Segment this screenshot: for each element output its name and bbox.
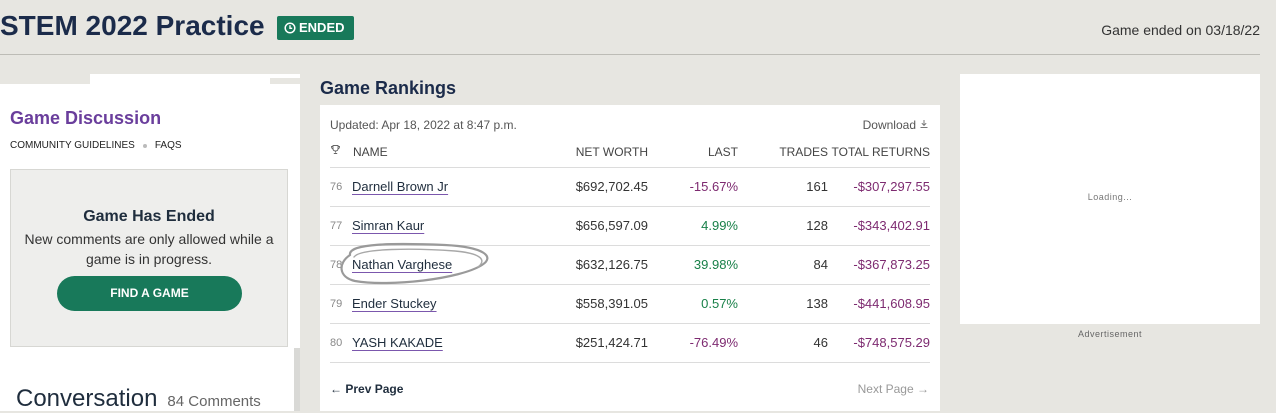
conversation-title: Conversation (16, 385, 158, 412)
player-name-link[interactable]: Ender Stuckey (352, 296, 437, 311)
trades-cell: 138 (806, 296, 828, 311)
column-header-trades[interactable]: TRADES (779, 145, 828, 159)
faqs-link[interactable]: FAQS (155, 140, 182, 151)
advertisement-slot[interactable]: Loading... (960, 74, 1260, 324)
clock-icon (284, 22, 296, 34)
table-header: NAME NET WORTH LAST TRADES TOTAL RETURNS (330, 141, 930, 168)
advertisement-label: Advertisement (1077, 329, 1143, 339)
status-badge: ENDED (277, 16, 354, 40)
player-name-link[interactable]: Simran Kaur (352, 218, 424, 233)
total-returns-cell: -$441,608.95 (853, 296, 930, 311)
arrow-right-icon: → (917, 382, 929, 396)
player-name-link[interactable]: Darnell Brown Jr (352, 179, 448, 194)
column-header-net-worth[interactable]: NET WORTH (576, 145, 648, 159)
total-returns-cell: -$748,575.29 (853, 335, 930, 350)
table-row: 79 Ender Stuckey $558,391.05 0.57% 138 -… (330, 285, 930, 324)
column-header-total-returns[interactable]: TOTAL RETURNS (832, 145, 930, 159)
next-page-button[interactable]: Next Page → (858, 382, 929, 396)
rank-cell: 76 (330, 181, 343, 193)
next-page-label: Next Page (857, 382, 914, 396)
trophy-icon (330, 144, 341, 158)
player-name-link[interactable]: YASH KAKADE (352, 335, 443, 350)
trades-cell: 161 (806, 179, 828, 194)
status-badge-label: ENDED (299, 20, 345, 35)
trades-cell: 128 (806, 218, 828, 233)
download-label: Download (862, 118, 916, 132)
total-returns-cell: -$343,402.91 (853, 218, 930, 233)
rank-cell: 79 (330, 298, 343, 310)
updated-timestamp: Updated: Apr 18, 2022 at 8:47 p.m. (330, 118, 517, 132)
download-icon (919, 118, 929, 132)
panel-notch (0, 74, 90, 84)
discussion-panel: Game Discussion COMMUNITY GUIDELINES FAQ… (0, 74, 300, 413)
game-ended-notice: Game Has Ended New comments are only all… (10, 169, 288, 347)
table-row: 78 Nathan Varghese $632,126.75 39.98% 84… (330, 246, 930, 285)
net-worth-cell: $692,702.45 (575, 179, 648, 194)
trades-cell: 46 (813, 335, 828, 350)
prev-page-button[interactable]: ← Prev Page (330, 382, 403, 396)
discussion-links: COMMUNITY GUIDELINES FAQS (10, 140, 182, 151)
player-name-link[interactable]: Nathan Varghese (352, 257, 452, 272)
page-title: STEM 2022 Practice (0, 10, 265, 41)
last-change-cell: 0.57% (701, 296, 738, 311)
panel-edge-band (270, 74, 300, 84)
column-header-name[interactable]: NAME (353, 145, 388, 159)
table-row: 76 Darnell Brown Jr $692,702.45 -15.67% … (330, 168, 930, 207)
prev-page-label: Prev Page (345, 382, 404, 396)
comment-count: 84 Comments (167, 393, 261, 410)
rank-cell: 78 (330, 259, 343, 271)
table-row: 80 YASH KAKADE $251,424.71 -76.49% 46 -$… (330, 324, 930, 363)
page-header: STEM 2022 Practice ENDED Game ended on 0… (0, 0, 1260, 55)
last-change-cell: 39.98% (693, 257, 738, 272)
net-worth-cell: $251,424.71 (575, 335, 648, 350)
rankings-table: Updated: Apr 18, 2022 at 8:47 p.m. Downl… (320, 105, 940, 411)
notice-title: Game Has Ended (83, 208, 215, 225)
last-change-cell: -15.67% (689, 179, 738, 194)
column-header-last[interactable]: LAST (708, 145, 738, 159)
net-worth-cell: $558,391.05 (575, 296, 648, 311)
notice-body: New comments are only allowed while a ga… (24, 231, 274, 267)
last-change-cell: 4.99% (701, 218, 738, 233)
total-returns-cell: -$367,873.25 (853, 257, 930, 272)
separator-dot (142, 143, 147, 148)
scrollbar[interactable] (294, 348, 300, 411)
discussion-title: Game Discussion (10, 108, 162, 128)
table-row: 77 Simran Kaur $656,597.09 4.99% 128 -$3… (330, 207, 930, 246)
find-a-game-button[interactable]: FIND A GAME (57, 276, 242, 311)
rank-cell: 77 (330, 220, 343, 232)
trades-cell: 84 (813, 257, 828, 272)
total-returns-cell: -$307,297.55 (853, 179, 930, 194)
community-guidelines-link[interactable]: COMMUNITY GUIDELINES (10, 140, 135, 151)
download-button[interactable]: Download (863, 118, 929, 132)
arrow-left-icon: ← (330, 382, 342, 396)
ad-loading-text: Loading... (1087, 192, 1133, 202)
game-ended-date: Game ended on 03/18/22 (1101, 22, 1260, 38)
net-worth-cell: $656,597.09 (575, 218, 648, 233)
rankings-heading: Game Rankings (320, 78, 457, 98)
last-change-cell: -76.49% (689, 335, 738, 350)
net-worth-cell: $632,126.75 (575, 257, 648, 272)
rank-cell: 80 (330, 337, 343, 349)
conversation-heading: Conversation 84 Comments (16, 385, 261, 413)
